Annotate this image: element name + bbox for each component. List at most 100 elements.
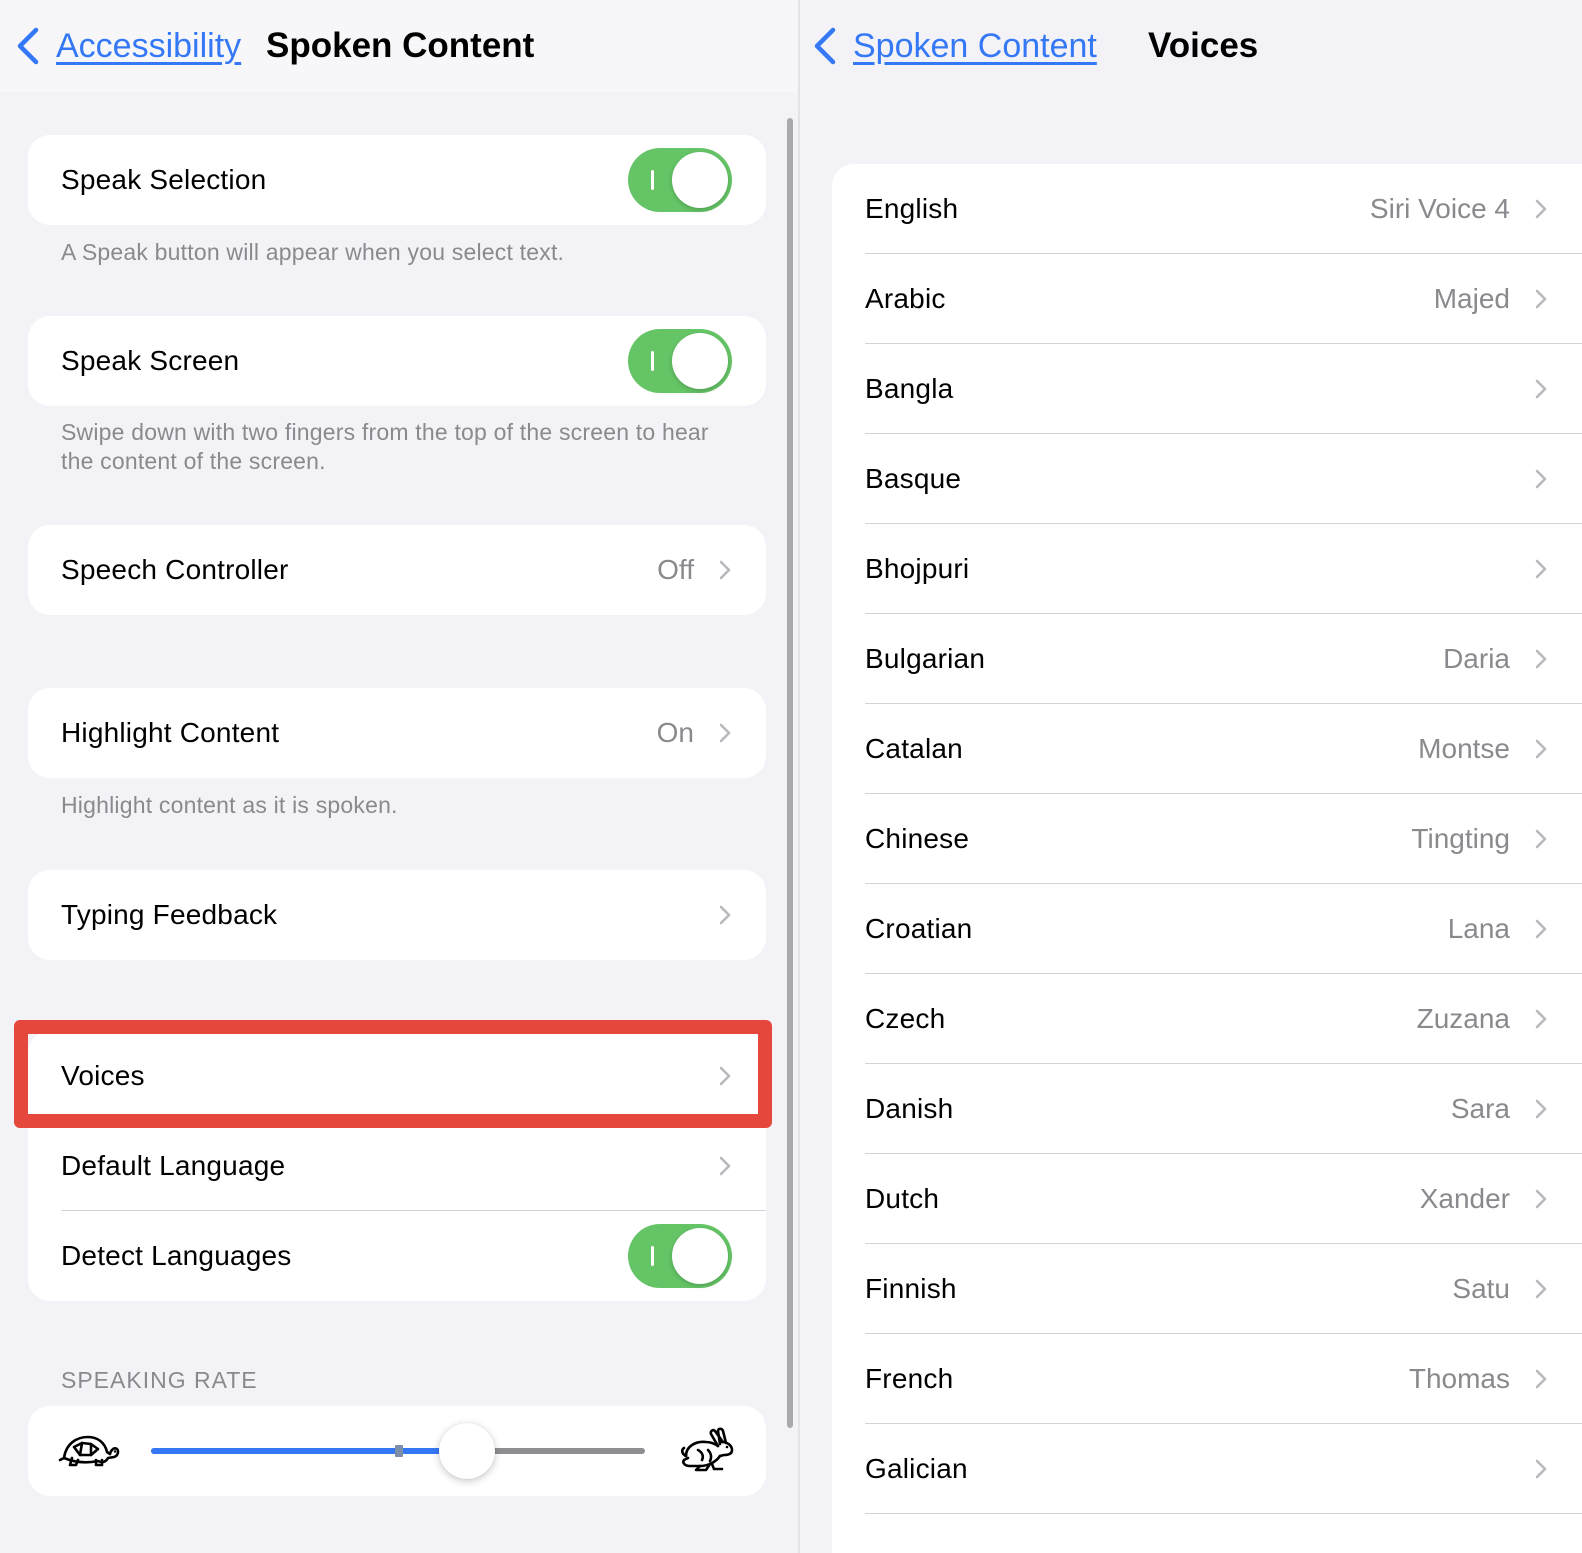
detect-languages-label: Detect Languages — [61, 1240, 292, 1271]
languages-list: English Siri Voice 4 Arabic Majed Bangla Basq… — [832, 164, 1582, 1553]
scroll-indicator[interactable] — [787, 118, 793, 1428]
language-row[interactable]: Bhojpuri — [832, 524, 1582, 614]
language-row[interactable]: Czech Zuzana — [832, 974, 1582, 1064]
detect-languages-row: Detect Languages — [28, 1211, 766, 1301]
voice-name: Daria — [1443, 643, 1510, 674]
language-row[interactable]: Chinese Tingting — [832, 794, 1582, 884]
speak-screen-toggle[interactable] — [628, 329, 732, 393]
voice-name: Thomas — [1408, 1363, 1510, 1394]
typing-feedback-label: Typing Feedback — [61, 899, 278, 930]
voice-name: Montse — [1418, 733, 1510, 764]
back-button-label[interactable]: Spoken Content — [853, 22, 1097, 70]
language-label: French — [865, 1363, 954, 1394]
turtle-icon — [58, 1435, 120, 1467]
speak-screen-card: Speak Screen — [28, 316, 766, 406]
language-label: Finnish — [865, 1273, 957, 1304]
language-row[interactable]: Arabic Majed — [832, 254, 1582, 344]
chevron-right-icon — [1535, 1279, 1547, 1299]
language-row[interactable]: Bulgarian Daria — [832, 614, 1582, 704]
speaking-rate-header: SPEAKING RATE — [61, 1367, 258, 1393]
spoken-content-navbar: Accessibility Spoken Content — [0, 0, 798, 92]
voice-name: Siri Voice 4 — [1369, 193, 1510, 224]
voices-row[interactable]: Voices — [28, 1031, 766, 1121]
language-row[interactable]: Catalan Montse — [832, 704, 1582, 794]
highlight-content-row[interactable]: Highlight Content On — [28, 688, 766, 778]
voice-name: Satu — [1452, 1273, 1510, 1304]
back-to-spoken-content-button[interactable]: Spoken Content — [811, 22, 1097, 70]
voices-label: Voices — [61, 1060, 145, 1091]
highlight-content-footnote: Highlight content as it is spoken. — [61, 792, 398, 818]
voices-pane: Spoken Content Voices English Siri Voice … — [800, 0, 1582, 1553]
language-row[interactable]: Finnish Satu — [832, 1244, 1582, 1334]
voice-name: Lana — [1447, 913, 1510, 944]
back-button-label[interactable]: Accessibility — [56, 22, 241, 70]
speak-screen-footnote: Swipe down with two fingers from the top… — [61, 419, 709, 474]
chevron-right-icon — [1535, 739, 1547, 759]
chevron-left-icon — [814, 27, 836, 65]
speaking-rate-fill — [151, 1448, 468, 1454]
page-title: Spoken Content — [266, 26, 535, 65]
toggle-knob — [672, 1228, 728, 1284]
chevron-right-icon — [719, 1066, 731, 1086]
back-to-accessibility-button[interactable]: Accessibility — [14, 22, 241, 70]
speaking-rate-card — [28, 1406, 766, 1496]
language-row[interactable]: Basque — [832, 434, 1582, 524]
chevron-right-icon — [1535, 829, 1547, 849]
speaking-rate-thumb[interactable] — [439, 1423, 496, 1479]
voice-name: Sara — [1450, 1093, 1510, 1124]
language-label: Danish — [865, 1093, 954, 1124]
speech-controller-row[interactable]: Speech Controller Off — [28, 525, 766, 615]
language-row[interactable]: Bangla — [832, 344, 1582, 434]
language-label: Czech — [865, 1003, 946, 1034]
language-label: Catalan — [865, 733, 963, 764]
chevron-right-icon — [1535, 919, 1547, 939]
language-settings-card: Voices Default Language Detect Languages — [28, 1031, 766, 1301]
speech-controller-card: Speech Controller Off — [28, 525, 766, 615]
chevron-right-icon — [1535, 1009, 1547, 1029]
chevron-right-icon — [719, 1156, 731, 1176]
language-label: Croatian — [865, 913, 973, 944]
typing-feedback-row[interactable]: Typing Feedback — [28, 870, 766, 960]
chevron-right-icon — [719, 723, 731, 743]
voice-name: Majed — [1433, 283, 1510, 314]
language-row[interactable]: English Siri Voice 4 — [832, 164, 1582, 254]
speak-selection-toggle[interactable] — [628, 148, 732, 212]
language-row[interactable]: Dutch Xander — [832, 1154, 1582, 1244]
language-label: Bhojpuri — [865, 553, 970, 584]
speech-controller-label: Speech Controller — [61, 554, 289, 585]
speaking-rate-slider[interactable] — [151, 1423, 645, 1479]
language-row[interactable]: Galician — [832, 1424, 1582, 1514]
chevron-right-icon — [1535, 1099, 1547, 1119]
speak-screen-label: Speak Screen — [61, 345, 240, 376]
chevron-right-icon — [1535, 649, 1547, 669]
detect-languages-toggle[interactable] — [628, 1224, 732, 1288]
default-language-row[interactable]: Default Language — [28, 1121, 766, 1211]
language-row[interactable]: French Thomas — [832, 1334, 1582, 1424]
language-row[interactable]: Danish Sara — [832, 1064, 1582, 1154]
chevron-right-icon — [1535, 1459, 1547, 1479]
toggle-on-indicator-icon — [651, 170, 654, 190]
toggle-knob — [672, 152, 728, 208]
language-label: Arabic — [865, 283, 946, 314]
chevron-right-icon — [1535, 469, 1547, 489]
chevron-right-icon — [1535, 1189, 1547, 1209]
toggle-on-indicator-icon — [651, 1246, 654, 1266]
chevron-right-icon — [1535, 199, 1547, 219]
speaking-rate-slider-row — [28, 1406, 766, 1496]
language-label: Basque — [865, 463, 962, 494]
speech-controller-value: Off — [657, 554, 694, 585]
speak-selection-label: Speak Selection — [61, 164, 267, 195]
highlight-content-label: Highlight Content — [61, 717, 280, 748]
typing-feedback-card: Typing Feedback — [28, 870, 766, 960]
chevron-right-icon — [719, 560, 731, 580]
language-label: Bulgarian — [865, 643, 986, 674]
default-language-label: Default Language — [61, 1150, 286, 1181]
voice-name: Xander — [1419, 1183, 1510, 1214]
speak-selection-card: Speak Selection — [28, 135, 766, 225]
language-row[interactable]: Croatian Lana — [832, 884, 1582, 974]
chevron-right-icon — [1535, 559, 1547, 579]
chevron-right-icon — [1535, 289, 1547, 309]
speak-selection-row: Speak Selection — [28, 135, 766, 225]
speak-selection-footnote: A Speak button will appear when you sele… — [61, 239, 565, 265]
page-title: Voices — [1148, 26, 1259, 65]
